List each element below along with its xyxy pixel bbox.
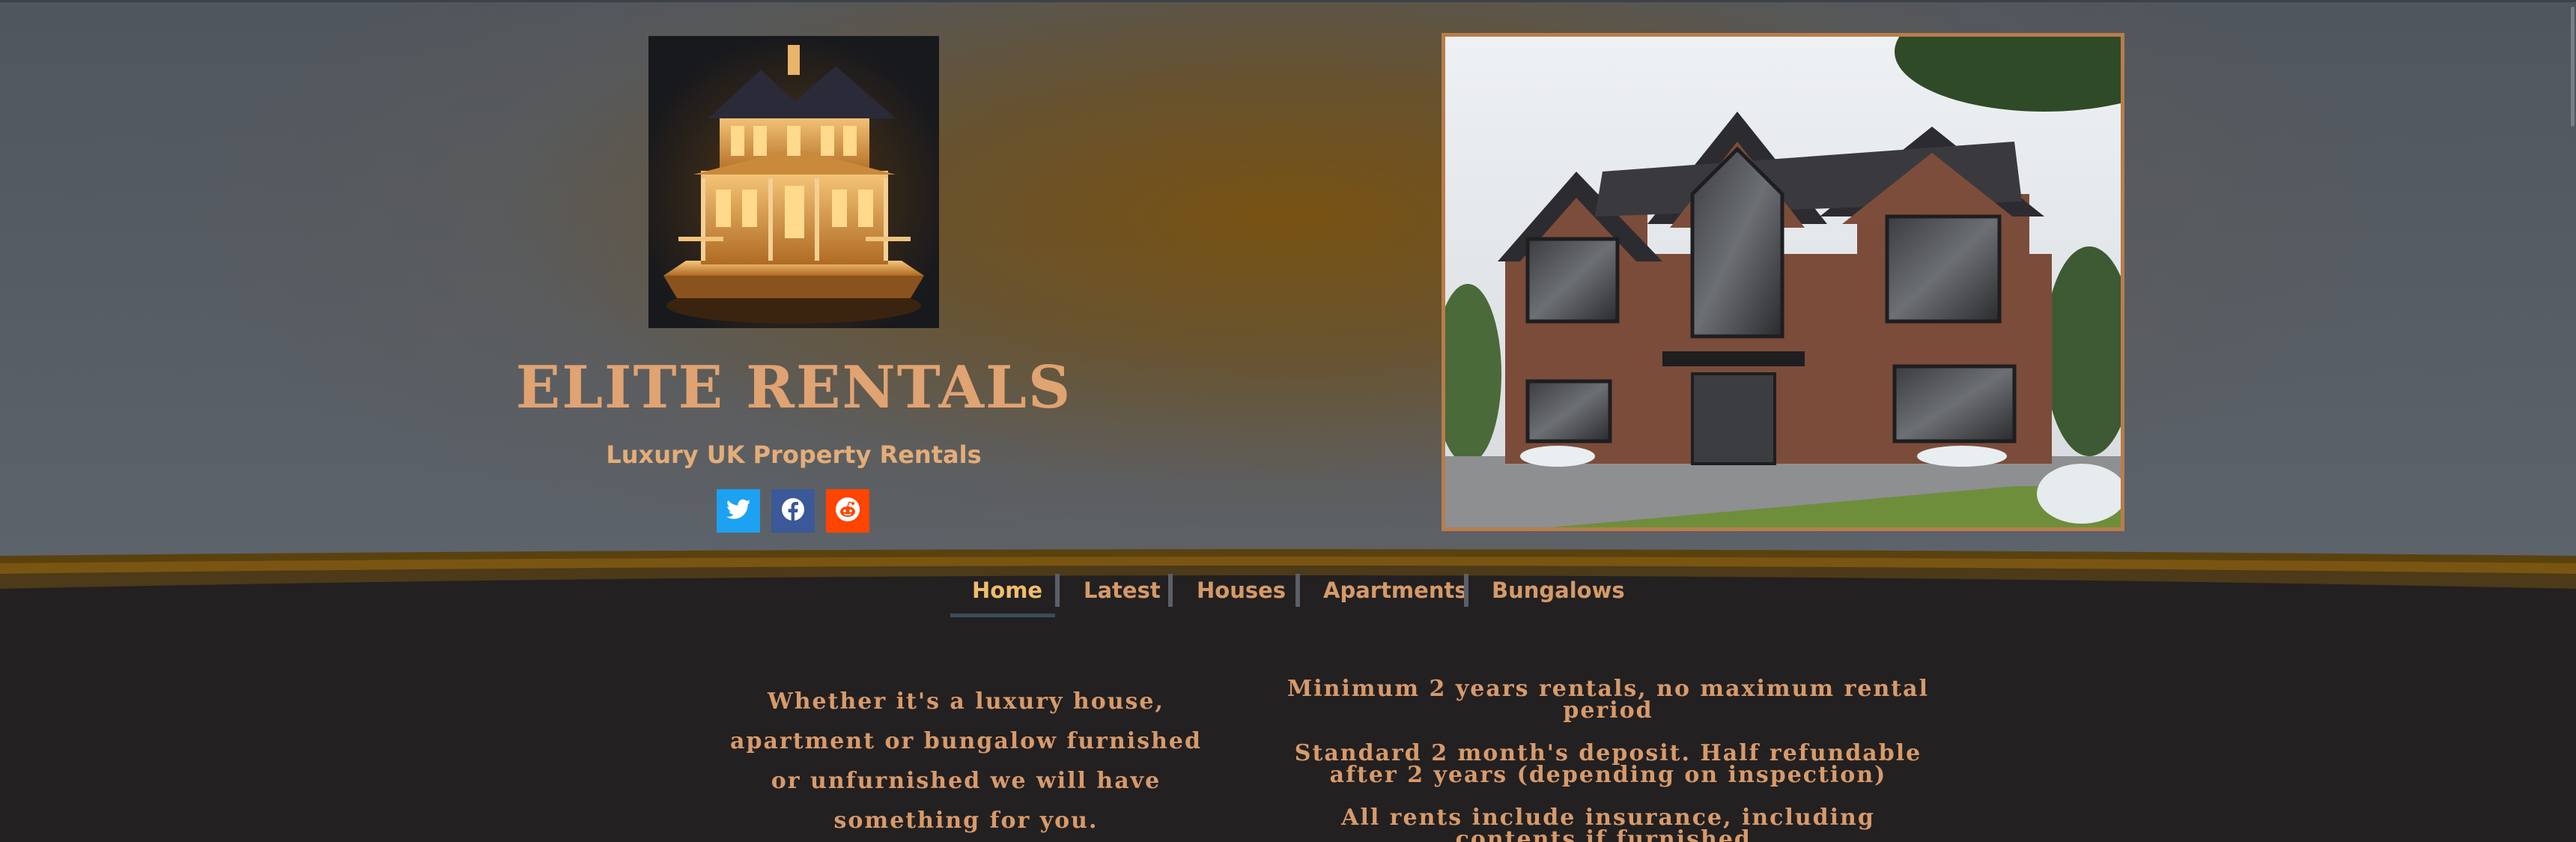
scrollbar-thumb[interactable] <box>2571 7 2575 127</box>
facebook-icon <box>781 497 805 525</box>
nav-apartments[interactable]: Apartments <box>1323 569 1468 611</box>
site-subtitle: Luxury UK Property Rentals <box>606 440 982 469</box>
main-navigation: Home Latest Houses Apartments Bungalows <box>0 569 2576 617</box>
twitter-icon <box>726 499 750 524</box>
term-deposit: Standard 2 month's deposit. Half refunda… <box>1294 740 1922 788</box>
nav-latest[interactable]: Latest <box>1084 569 1161 611</box>
nav-separator <box>1168 574 1173 607</box>
term-insurance: All rents include insurance, including c… <box>1341 805 1875 842</box>
intro-text: Whether it's a luxury house, apartment o… <box>730 688 1202 834</box>
golden-mansion-icon <box>648 36 939 328</box>
nav-separator <box>1055 574 1060 607</box>
rental-terms: Minimum 2 years rentals, no maximum rent… <box>1284 678 1932 842</box>
nav-separator <box>1295 574 1300 607</box>
nav-bungalows[interactable]: Bungalows <box>1492 569 1625 611</box>
site-title: ELITE RENTALS <box>515 354 1072 422</box>
term-minimum-rental: Minimum 2 years rentals, no maximum rent… <box>1287 676 1929 724</box>
nav-separator <box>1464 574 1468 607</box>
reddit-share-button[interactable] <box>826 489 869 533</box>
nav-houses[interactable]: Houses <box>1197 569 1286 611</box>
brick-house-photo <box>1442 33 2124 531</box>
active-tab-indicator <box>950 614 1055 617</box>
facebook-share-button[interactable] <box>771 489 815 533</box>
reddit-icon <box>835 497 860 526</box>
page: ELITE RENTALS Luxury UK Property Rentals <box>0 0 2576 842</box>
twitter-share-button[interactable] <box>717 489 760 533</box>
nav-home[interactable]: Home <box>972 569 1042 611</box>
hero-banner: ELITE RENTALS Luxury UK Property Rentals <box>0 0 2576 599</box>
